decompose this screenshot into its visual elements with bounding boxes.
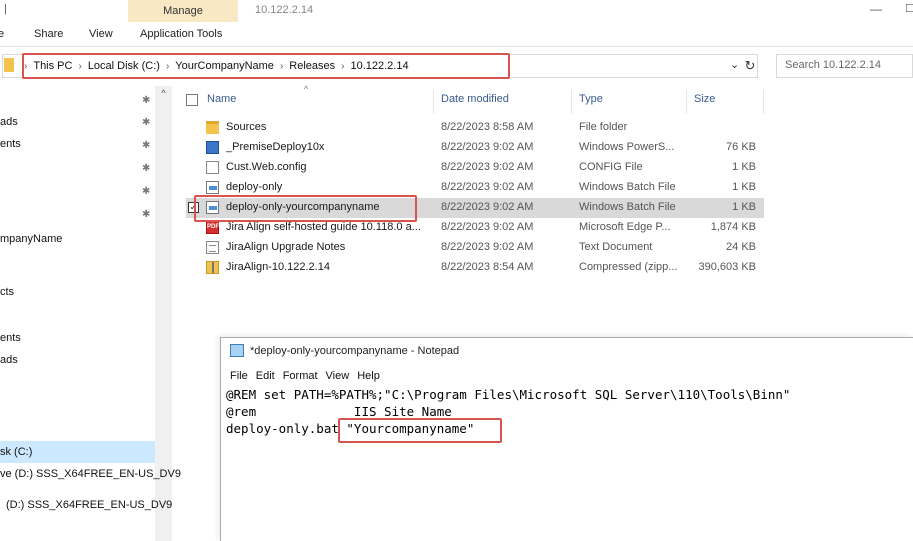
file-size: 1 KB (732, 181, 756, 193)
file-name: Jira Align self-hosted guide 10.118.0 a.… (226, 221, 421, 233)
quick-access-divider: | (4, 3, 7, 15)
search-input[interactable]: Search 10.122.2.14 (776, 54, 913, 78)
file-row[interactable]: JiraAlign-10.122.2.14 8/22/2023 8:54 AM … (186, 258, 764, 278)
file-type: File folder (579, 121, 628, 133)
ribbon-divider (0, 46, 913, 47)
column-divider[interactable] (686, 90, 687, 114)
file-size: 1,874 KB (710, 221, 756, 233)
zip-icon (206, 261, 219, 274)
address-highlight-box (22, 53, 510, 79)
nav-item-yourcompanyname[interactable]: mpanyName (0, 233, 62, 245)
site-name-highlight-box (338, 418, 502, 443)
window-title: 10.122.2.14 (255, 4, 314, 16)
notepad-window (220, 337, 913, 541)
pin-icon[interactable]: ✱ (142, 209, 150, 220)
file-row[interactable]: JiraAlign Upgrade Notes 8/22/2023 9:02 A… (186, 238, 764, 258)
minimize-button[interactable]: — (870, 2, 882, 16)
tab-manage[interactable]: Manage (128, 0, 238, 22)
column-header-name[interactable]: Name (207, 93, 236, 105)
pdf-icon: PDF (206, 221, 219, 234)
file-size: 1 KB (732, 201, 756, 213)
notepad-titlebar: *deploy-only-yourcompanyname - Notepad (230, 344, 459, 357)
folder-icon (206, 121, 219, 134)
file-type: Windows PowerS... (579, 141, 675, 153)
select-all-checkbox[interactable] (186, 94, 198, 106)
tab-application-tools[interactable]: Application Tools (140, 28, 222, 40)
pin-icon[interactable]: ✱ (142, 140, 150, 151)
file-row[interactable]: _PremiseDeploy10x 8/22/2023 9:02 AM Wind… (186, 138, 764, 158)
file-date: 8/22/2023 9:02 AM (441, 181, 534, 193)
file-name: Sources (226, 121, 267, 133)
menu-file[interactable]: File (230, 370, 248, 382)
nav-item-documents-2[interactable]: ents (0, 332, 21, 344)
pin-icon[interactable]: ✱ (142, 163, 150, 174)
file-size: 1 KB (732, 161, 756, 173)
file-date: 8/22/2023 9:02 AM (441, 241, 534, 253)
file-type: Compressed (zipp... (579, 261, 678, 273)
column-header-date[interactable]: Date modified (441, 93, 509, 105)
menu-view[interactable]: View (326, 370, 350, 382)
column-divider[interactable] (571, 90, 572, 114)
notepad-menubar: File Edit Format View Help (230, 370, 380, 382)
restore-button[interactable]: ☐ (905, 2, 913, 15)
file-date: 8/22/2023 9:02 AM (441, 141, 534, 153)
file-name: JiraAlign-10.122.2.14 (226, 261, 330, 273)
scroll-up-icon[interactable]: ^ (155, 88, 172, 102)
nav-item-downloads-2[interactable]: ads (0, 354, 18, 366)
nav-item-local-disk[interactable]: sk (C:) (0, 446, 32, 458)
file-row[interactable]: Cust.Web.config 8/22/2023 9:02 AM CONFIG… (186, 158, 764, 178)
menu-help[interactable]: Help (357, 370, 380, 382)
column-header-size[interactable]: Size (694, 93, 715, 105)
file-date: 8/22/2023 8:54 AM (441, 261, 534, 273)
menu-format[interactable]: Format (283, 370, 318, 382)
column-divider[interactable] (433, 90, 434, 114)
nav-item-dvd-drive[interactable]: ve (D:) SSS_X64FREE_EN-US_DV9 (0, 468, 181, 480)
notepad-line-1[interactable]: @REM set PATH=%PATH%;"C:\Program Files\M… (226, 387, 790, 402)
file-name: JiraAlign Upgrade Notes (226, 241, 346, 253)
refresh-icon[interactable]: ↻ (738, 54, 762, 78)
pin-icon[interactable]: ✱ (142, 95, 150, 106)
file-size: 24 KB (726, 241, 756, 253)
pin-icon[interactable]: ✱ (142, 186, 150, 197)
file-row[interactable]: Sources 8/22/2023 8:58 AM File folder (186, 118, 764, 138)
text-document-icon (206, 241, 219, 254)
menu-edit[interactable]: Edit (256, 370, 275, 382)
file-highlight-box (194, 195, 417, 222)
nav-item-dvd-drive-2[interactable]: (D:) SSS_X64FREE_EN-US_DV9 (6, 499, 172, 511)
tab-file-partial[interactable]: e (0, 28, 4, 40)
file-type: Windows Batch File (579, 201, 676, 213)
nav-item-downloads[interactable]: ads (0, 116, 18, 128)
notepad-icon (230, 344, 244, 357)
column-header-type[interactable]: Type (579, 93, 603, 105)
file-date: 8/22/2023 9:02 AM (441, 221, 534, 233)
powershell-icon (206, 141, 219, 154)
column-divider[interactable] (763, 90, 764, 114)
notepad-title: *deploy-only-yourcompanyname - Notepad (250, 344, 460, 357)
file-type: CONFIG File (579, 161, 643, 173)
file-name: _PremiseDeploy10x (226, 141, 325, 153)
file-size: 76 KB (726, 141, 756, 153)
file-type: Windows Batch File (579, 181, 676, 193)
file-name: Cust.Web.config (226, 161, 307, 173)
nav-item-documents[interactable]: ents (0, 138, 21, 150)
file-date: 8/22/2023 8:58 AM (441, 121, 534, 133)
tab-view[interactable]: View (89, 28, 113, 40)
file-name: deploy-only (226, 181, 283, 193)
file-type: Microsoft Edge P... (579, 221, 671, 233)
batch-file-icon (206, 181, 219, 194)
file-type: Text Document (579, 241, 653, 253)
config-file-icon (206, 161, 219, 174)
file-date: 8/22/2023 9:02 AM (441, 161, 534, 173)
file-date: 8/22/2023 9:02 AM (441, 201, 534, 213)
sort-ascending-icon: ^ (304, 84, 309, 94)
file-size: 390,603 KB (698, 261, 757, 273)
tab-share[interactable]: Share (34, 28, 63, 40)
pin-icon[interactable]: ✱ (142, 117, 150, 128)
nav-item-objects[interactable]: cts (0, 286, 14, 298)
notepad-line-2[interactable]: @rem IIS Site Name (226, 404, 452, 419)
folder-icon (4, 58, 14, 72)
